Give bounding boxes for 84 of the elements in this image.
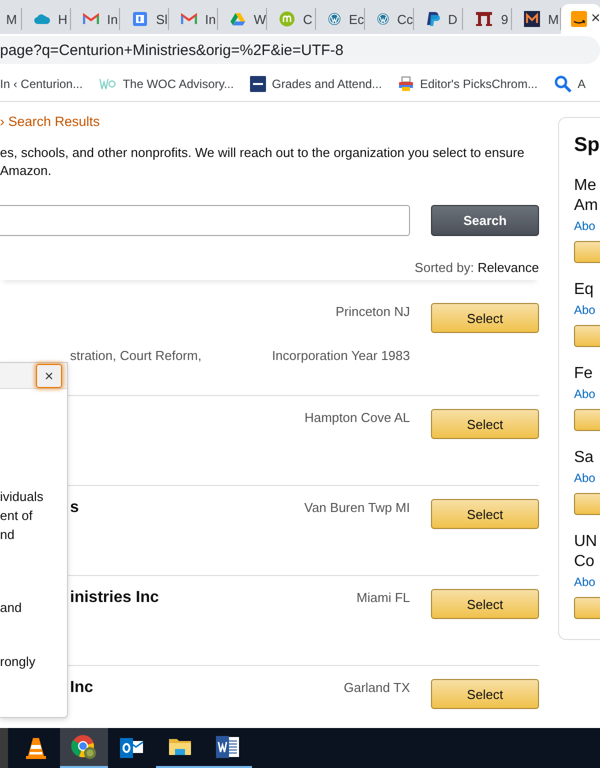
- browser-tab[interactable]: ×: [561, 4, 600, 34]
- organization-name: Inc: [70, 679, 94, 697]
- sidebar-title: Sp: [574, 133, 600, 158]
- select-button[interactable]: Select: [431, 303, 539, 333]
- charity-name: Sa: [574, 448, 594, 468]
- browser-tab[interactable]: D: [414, 8, 463, 30]
- sort-value[interactable]: Relevance: [478, 260, 539, 275]
- close-button[interactable]: ×: [36, 364, 62, 388]
- amazon-logo-icon: [571, 11, 587, 27]
- chrome-icon: [71, 734, 97, 760]
- about-link[interactable]: Abo: [574, 300, 596, 320]
- drive-icon: [230, 12, 246, 26]
- browser-tab[interactable]: 9: [463, 8, 512, 30]
- charity-name: Am: [574, 196, 598, 216]
- bookmark[interactable]: Editor's PicksChrom...: [398, 76, 538, 92]
- popup-text: and: [0, 599, 23, 617]
- browser-tab[interactable]: Cc: [365, 8, 414, 30]
- circle-logo-icon: [279, 11, 295, 27]
- about-link[interactable]: Abo: [574, 384, 596, 404]
- mail-icon: [181, 13, 197, 25]
- location-text: Miami FL: [356, 589, 410, 607]
- calendar-icon: [132, 11, 148, 27]
- search-icon: [554, 74, 572, 92]
- bookmark[interactable]: The WOC Advisory...: [98, 76, 234, 92]
- browser-tab[interactable]: M: [512, 8, 561, 30]
- select-button[interactable]: Select: [431, 499, 539, 529]
- breadcrumb-link[interactable]: Search Results: [8, 114, 100, 129]
- charity-name: Eq: [574, 280, 594, 300]
- browser-tab[interactable]: W: [218, 8, 267, 30]
- charity-name: UN: [574, 532, 598, 552]
- location-text: Princeton NJ: [334, 303, 410, 321]
- charity-name: Co: [574, 552, 594, 572]
- browser-tab[interactable]: Ec: [316, 8, 365, 30]
- sort-label: Sorted by:: [414, 260, 474, 275]
- cloud-icon: [34, 13, 50, 25]
- organization-name: inistries Inc: [70, 589, 159, 607]
- printer-icon: [398, 76, 414, 92]
- close-tab-button[interactable]: ×: [591, 10, 600, 28]
- popup-text: nd: [0, 526, 16, 544]
- m-logo-icon: [524, 11, 540, 27]
- browser-tab[interactable]: M: [0, 8, 22, 30]
- circle-logo-icon: [328, 11, 341, 27]
- search-field[interactable]: [0, 205, 410, 236]
- circle-logo-icon: [377, 11, 390, 27]
- popup-text: ividuals: [0, 488, 44, 506]
- select-button[interactable]: Select: [431, 589, 539, 619]
- bookmark[interactable]: In ‹ Centurion...: [0, 76, 83, 90]
- about-link[interactable]: Abo: [574, 216, 596, 236]
- browser-tab[interactable]: Sl: [120, 8, 169, 30]
- charity-name: Me: [574, 176, 596, 196]
- location-text: Van Buren Twp MI: [304, 499, 410, 517]
- taskbar-app[interactable]: [60, 728, 108, 768]
- document-app-icon: [216, 735, 240, 759]
- organization-name: s: [70, 499, 79, 517]
- traffic-cone-icon: [25, 736, 47, 760]
- taskbar-edge: [0, 728, 8, 768]
- columns-logo-icon: [475, 11, 493, 27]
- bookmark[interactable]: Grades and Attend...: [250, 76, 382, 92]
- browser-tab[interactable]: H: [22, 8, 71, 30]
- bookmark[interactable]: A: [554, 74, 586, 92]
- breadcrumb-separator: ›: [0, 114, 4, 129]
- paypal-icon: [426, 11, 440, 27]
- browser-tab[interactable]: In: [169, 8, 218, 30]
- search-button[interactable]: Search: [431, 205, 539, 236]
- browser-tab[interactable]: C: [267, 8, 316, 30]
- select-button[interactable]: Select: [431, 679, 539, 709]
- about-link[interactable]: Abo: [574, 572, 596, 592]
- cause-text: stration, Court Reform,: [70, 348, 202, 364]
- select-button[interactable]: Select: [431, 409, 539, 439]
- intro-text: es, schools, and other nonprofits. We will reach out to the organization you select to ensure: [0, 144, 526, 162]
- incorporation-year: Incorporation Year 1983: [272, 348, 410, 364]
- mail-icon: [83, 13, 99, 25]
- location-text: Garland TX: [344, 679, 410, 697]
- popup-text: ent of: [0, 507, 34, 525]
- intro-text: Amazon.: [0, 162, 52, 180]
- mail-app-icon: [120, 737, 144, 759]
- school-logo-icon: [250, 76, 266, 92]
- charity-name: Fe: [574, 364, 593, 384]
- browser-tab[interactable]: In: [71, 8, 120, 30]
- location-text: Hampton Cove AL: [304, 409, 410, 427]
- popup-text: rongly: [0, 653, 36, 671]
- address-bar[interactable]: page?q=Centurion+Ministries&orig=%2F&ie=UTF-8: [0, 36, 600, 64]
- folder-icon: [168, 737, 192, 757]
- about-link[interactable]: Abo: [574, 468, 596, 488]
